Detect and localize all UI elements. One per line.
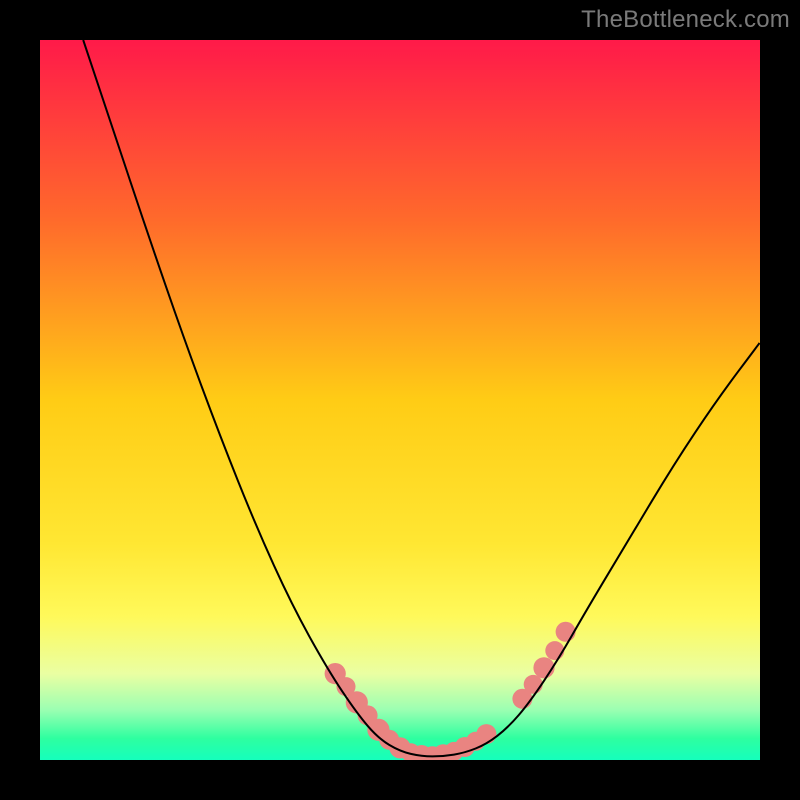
data-marker xyxy=(524,675,543,694)
data-marker xyxy=(476,724,496,744)
chart-container: TheBottleneck.com xyxy=(0,0,800,800)
bottleneck-chart xyxy=(0,0,800,800)
chart-background xyxy=(40,40,760,760)
data-marker xyxy=(545,641,564,660)
data-marker xyxy=(556,622,576,642)
attribution-text: TheBottleneck.com xyxy=(581,6,790,34)
